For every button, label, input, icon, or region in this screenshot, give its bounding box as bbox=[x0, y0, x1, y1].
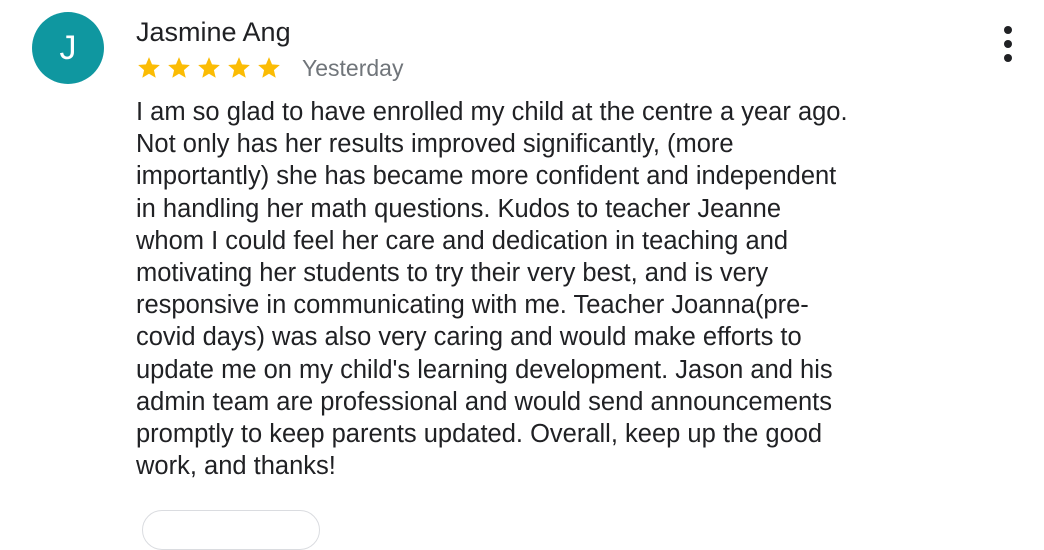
review-text-line: work, and thanks! bbox=[136, 452, 336, 481]
review-card: J Jasmine Ang Yesterday I am so glad to … bbox=[0, 0, 1044, 550]
more-dot bbox=[1004, 40, 1012, 48]
helpful-button[interactable] bbox=[142, 510, 320, 550]
review-date: Yesterday bbox=[302, 54, 404, 81]
more-dot bbox=[1004, 26, 1012, 34]
star-icon bbox=[166, 55, 192, 81]
star-rating bbox=[136, 55, 286, 81]
avatar[interactable]: J bbox=[32, 12, 104, 84]
star-icon bbox=[136, 55, 162, 81]
review-text-line: in handling her math questions. Kudos to… bbox=[136, 194, 782, 223]
review-text-line: promptly to keep parents updated. Overal… bbox=[136, 420, 823, 449]
reviewer-name[interactable]: Jasmine Ang bbox=[136, 15, 291, 49]
star-icon bbox=[256, 55, 282, 81]
review-text-line: motivating her students to try their ver… bbox=[136, 259, 769, 288]
review-text-line: I am so glad to have enrolled my child a… bbox=[136, 98, 848, 126]
review-text-line: Not only has her results improved signif… bbox=[136, 130, 734, 159]
review-text-line: update me on my child's learning develop… bbox=[136, 355, 833, 384]
review-text-line: whom I could feel her care and dedicatio… bbox=[136, 226, 789, 255]
more-dot bbox=[1004, 54, 1012, 62]
review-text-line: responsive in communicating with me. Tea… bbox=[136, 291, 809, 320]
more-vert-icon[interactable] bbox=[994, 24, 1022, 64]
star-icon bbox=[226, 55, 252, 81]
review-text-line: admin team are professional and would se… bbox=[136, 387, 833, 416]
star-icon bbox=[196, 55, 222, 81]
review-text-line: covid days) was also very caring and wou… bbox=[136, 323, 802, 352]
review-text-line: importantly) she has became more confide… bbox=[136, 162, 837, 191]
rating-row: Yesterday bbox=[136, 53, 403, 83]
avatar-initial: J bbox=[59, 28, 77, 67]
review-text: I am so glad to have enrolled my child a… bbox=[136, 96, 936, 482]
